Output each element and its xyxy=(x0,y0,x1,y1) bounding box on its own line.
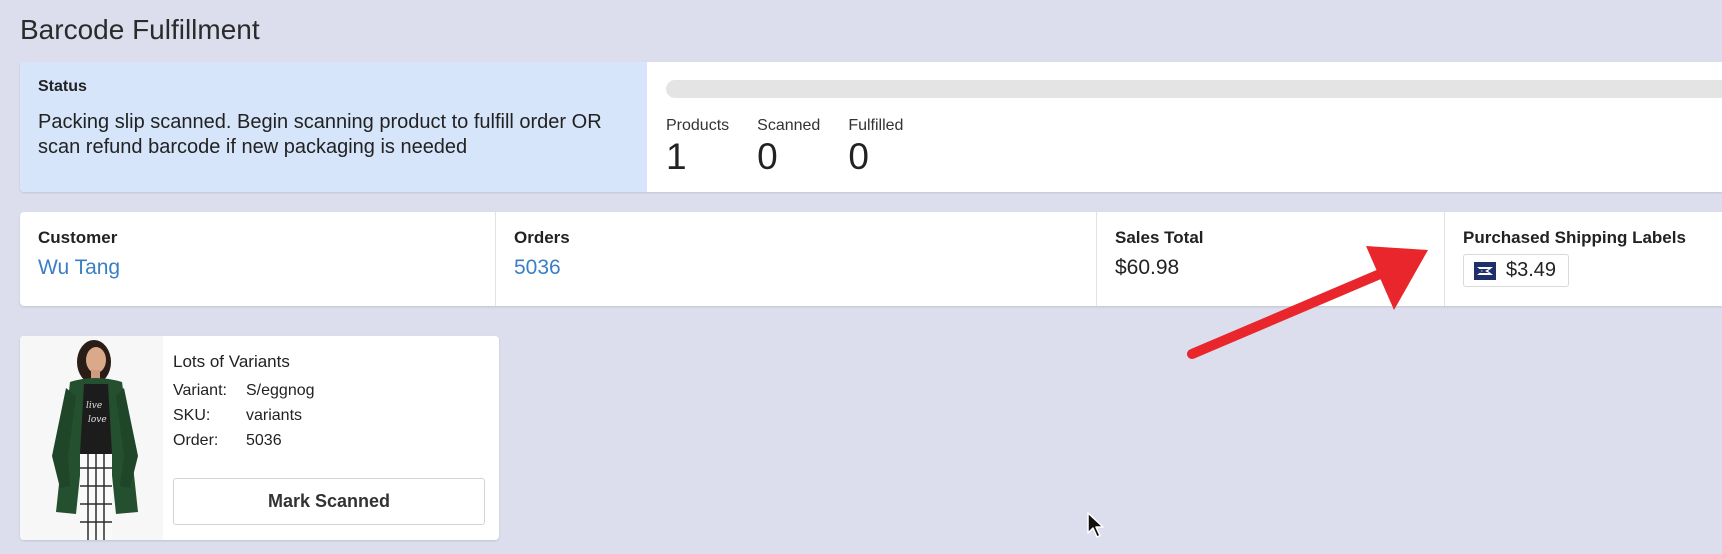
shipping-label-chip[interactable]: $3.49 xyxy=(1463,254,1570,287)
detail-key: Variant: xyxy=(173,382,227,399)
counters: Products 1 Scanned 0 Fulfilled 0 xyxy=(666,117,903,179)
orders-label: Orders xyxy=(514,228,570,247)
status-panel: Status Packing slip scanned. Begin scann… xyxy=(20,62,647,192)
mark-scanned-button[interactable]: Mark Scanned xyxy=(173,478,485,525)
counter-label: Products xyxy=(666,117,730,134)
counter-label: Scanned xyxy=(757,117,821,134)
customer-cell: Customer Wu Tang xyxy=(20,212,496,306)
shipping-labels-cell: Purchased Shipping Labels $3.49 xyxy=(1445,212,1722,306)
product-image: live love xyxy=(20,336,163,540)
order-link[interactable]: 5036 xyxy=(514,256,1078,280)
status-card: Status Packing slip scanned. Begin scann… xyxy=(20,62,1722,192)
customer-label: Customer xyxy=(38,228,118,247)
detail-key: Order: xyxy=(173,432,219,449)
sales-total-label: Sales Total xyxy=(1115,228,1204,247)
product-card: live love Lots of Variants Variant: S/eg… xyxy=(20,336,499,540)
sales-total-value: $60.98 xyxy=(1115,256,1180,279)
svg-text:love: love xyxy=(88,415,107,425)
orders-cell: Orders 5036 xyxy=(496,212,1097,306)
detail-value: 5036 xyxy=(246,432,282,449)
status-heading: Status xyxy=(38,78,87,95)
order-info-card: Customer Wu Tang Orders 5036 Sales Total… xyxy=(20,212,1722,306)
counter-value: 0 xyxy=(848,136,869,177)
progress-panel: Products 1 Scanned 0 Fulfilled 0 xyxy=(647,62,1722,192)
counter-products: Products 1 xyxy=(666,117,729,179)
shipping-label-price: $3.49 xyxy=(1506,259,1557,281)
svg-text:live: live xyxy=(86,401,102,411)
counter-value: 1 xyxy=(666,136,687,177)
detail-value: variants xyxy=(246,407,303,424)
counter-label: Fulfilled xyxy=(848,117,904,134)
page-title: Barcode Fulfillment xyxy=(20,14,260,45)
product-info: Lots of Variants Variant: S/eggnog SKU: … xyxy=(163,336,499,540)
detail-row-sku: SKU: variants xyxy=(173,403,485,428)
status-message: Packing slip scanned. Begin scanning pro… xyxy=(38,111,602,158)
product-name: Lots of Variants xyxy=(173,352,290,371)
detail-key: SKU: xyxy=(173,407,211,424)
detail-row-order: Order: 5036 xyxy=(173,428,485,453)
customer-link[interactable]: Wu Tang xyxy=(38,256,477,280)
sales-total-cell: Sales Total $60.98 xyxy=(1097,212,1445,306)
progress-bar xyxy=(666,80,1722,98)
shipping-labels-label: Purchased Shipping Labels xyxy=(1463,228,1686,247)
mouse-cursor-icon xyxy=(1087,512,1104,538)
detail-value: S/eggnog xyxy=(246,382,315,399)
usps-eagle-icon xyxy=(1474,261,1496,280)
counter-scanned: Scanned 0 xyxy=(757,117,820,179)
counter-value: 0 xyxy=(757,136,778,177)
counter-fulfilled: Fulfilled 0 xyxy=(848,117,903,179)
detail-row-variant: Variant: S/eggnog xyxy=(173,378,485,403)
